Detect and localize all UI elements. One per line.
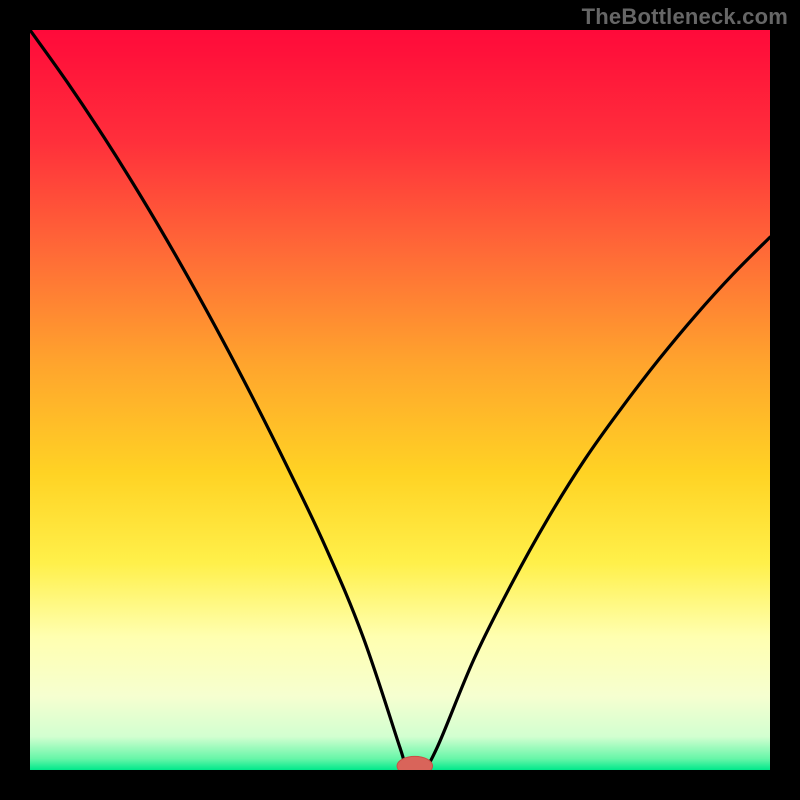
chart-frame: TheBottleneck.com bbox=[0, 0, 800, 800]
watermark-text: TheBottleneck.com bbox=[582, 4, 788, 30]
plot-area bbox=[30, 30, 770, 770]
chart-svg bbox=[30, 30, 770, 770]
gradient-background bbox=[30, 30, 770, 770]
